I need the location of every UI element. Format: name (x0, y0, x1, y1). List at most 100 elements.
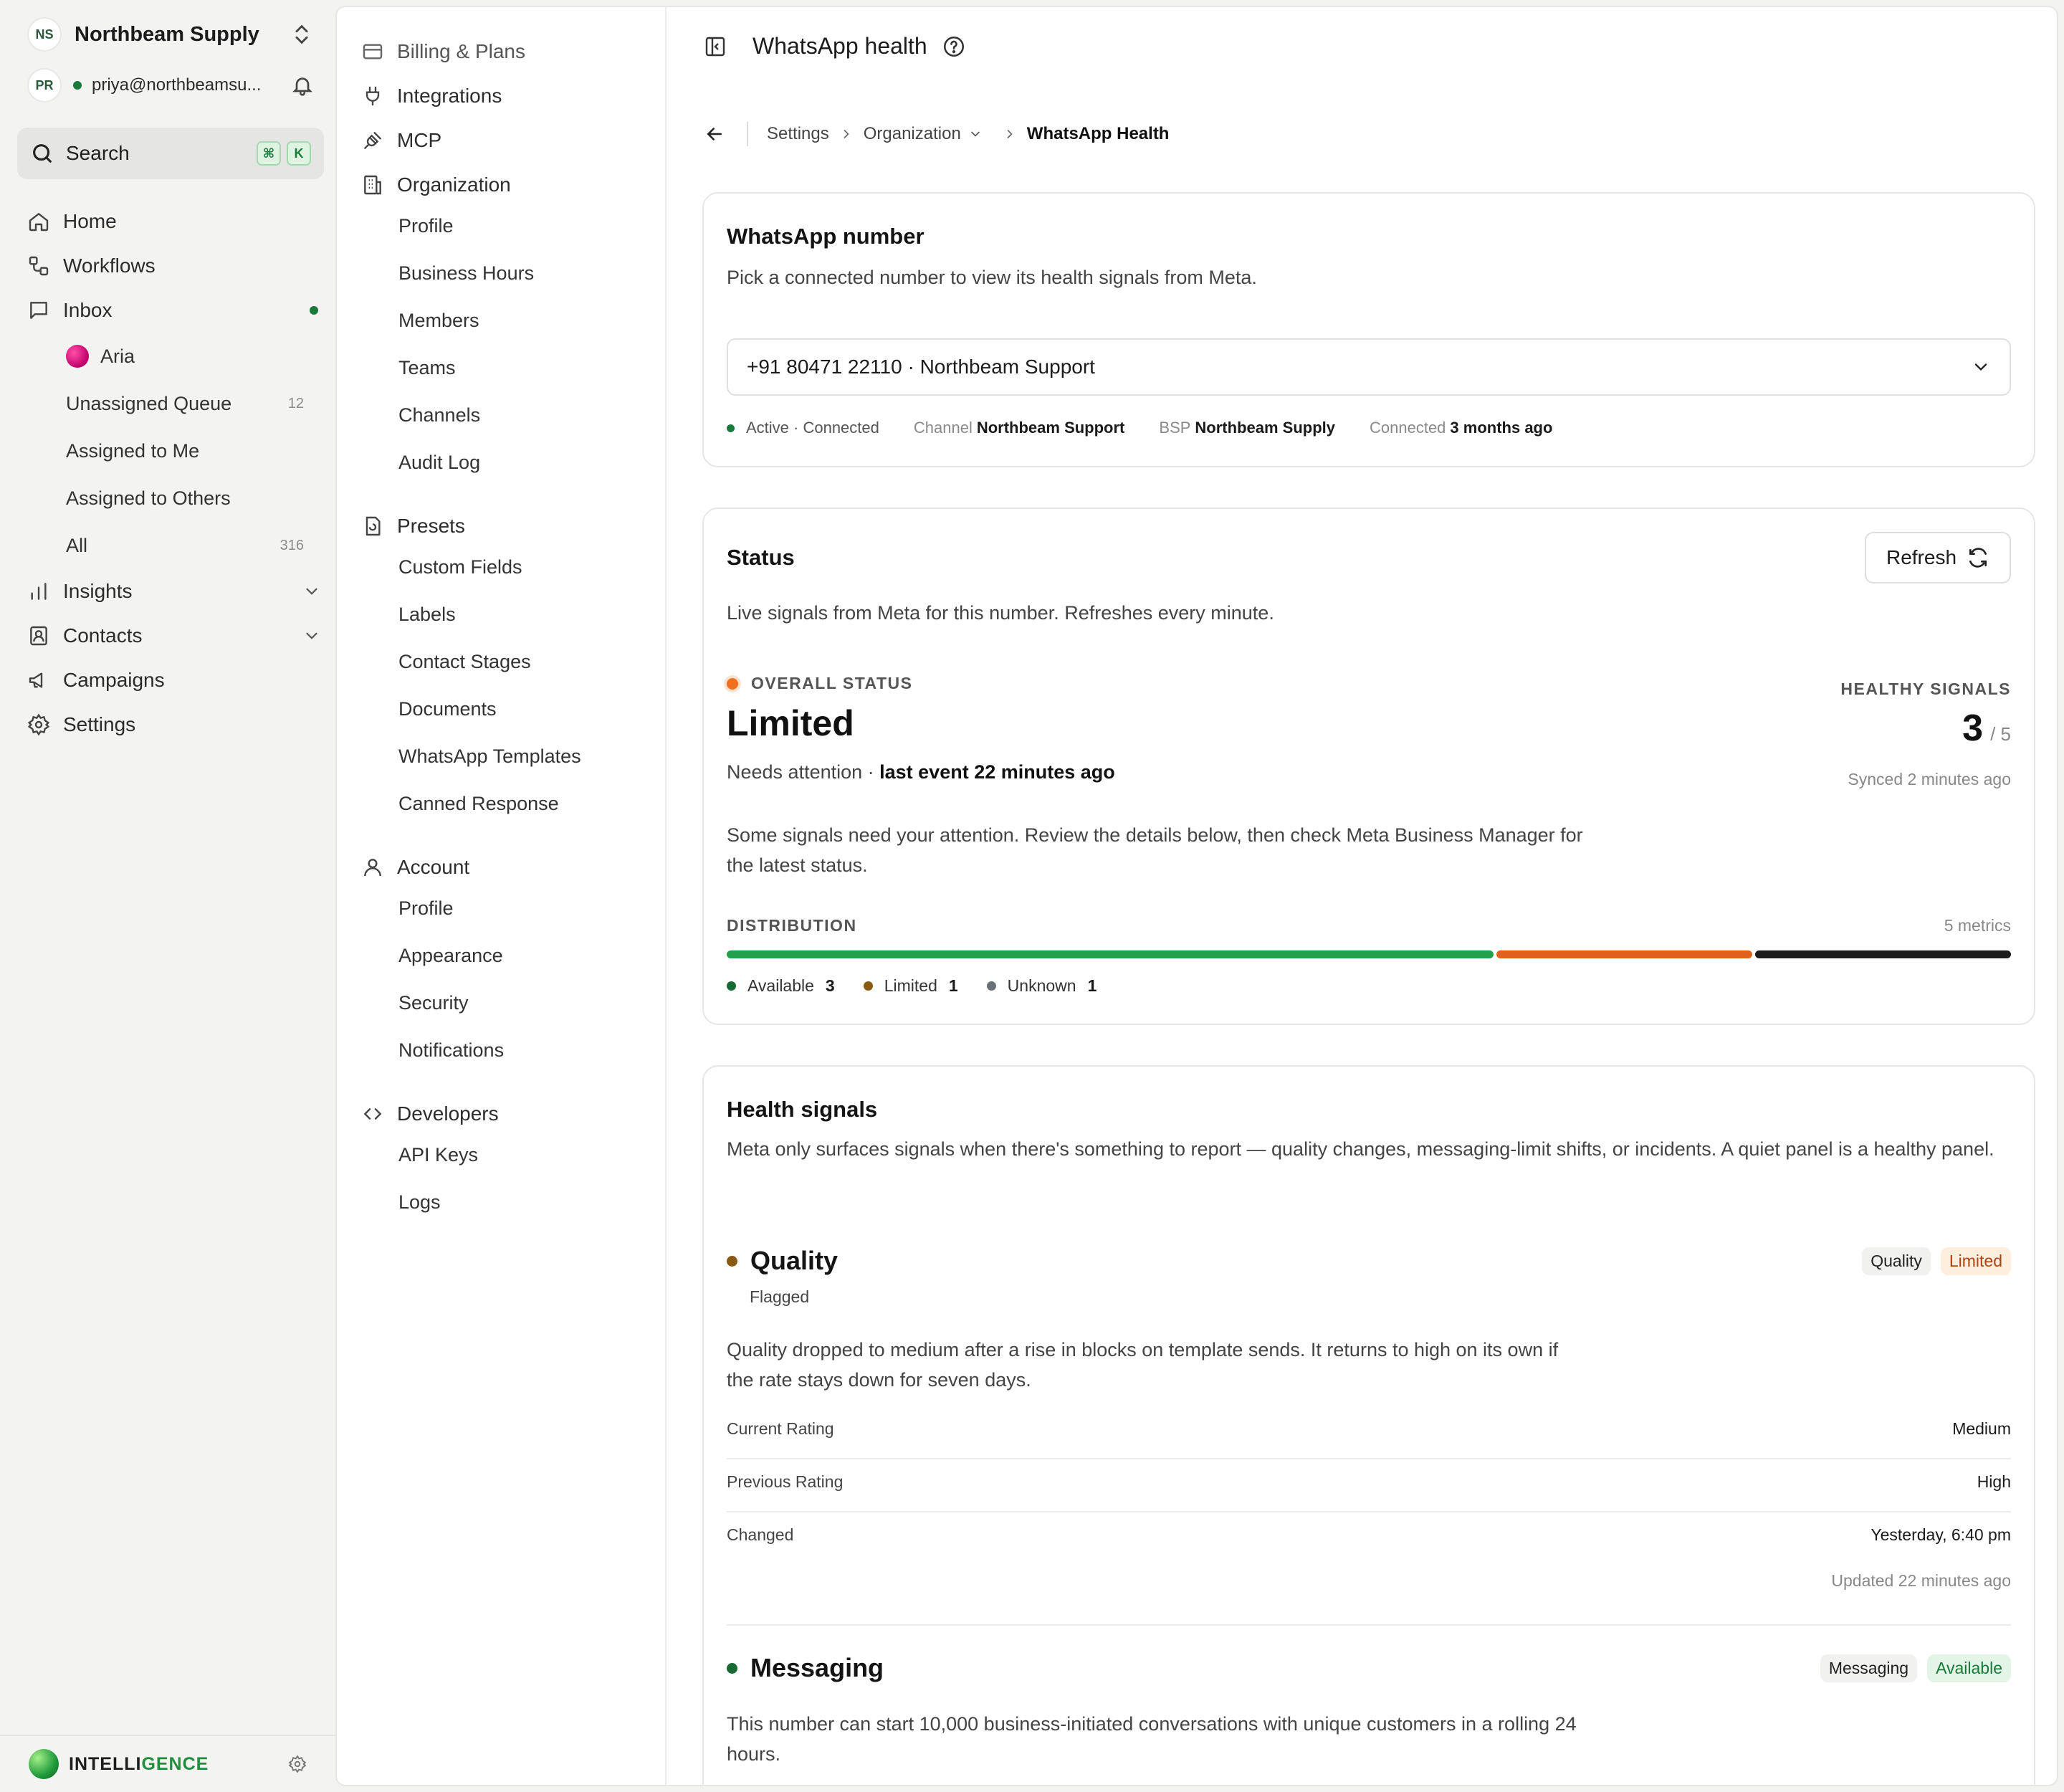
account-item-profile[interactable]: Profile (398, 897, 454, 920)
chat-icon (30, 302, 47, 319)
inbox-item-assigned-me[interactable]: Assigned to Me (27, 427, 321, 475)
account-item-appearance[interactable]: Appearance (398, 945, 503, 967)
inbox-unread-dot (310, 306, 318, 315)
nav-settings[interactable]: Settings (27, 702, 321, 747)
quality-body: Quality dropped to medium after a rise i… (727, 1339, 1559, 1391)
healthy-signals-value: 3 (1962, 707, 1984, 749)
legend-value: 1 (948, 976, 958, 995)
search-icon (33, 144, 52, 163)
sidebar-toggle-icon[interactable] (704, 35, 727, 58)
nav-insights[interactable]: Insights (27, 569, 321, 614)
distribution-segment-available (727, 950, 1494, 958)
healthy-signals-total: / 5 (1990, 723, 2011, 745)
org-item-business-hours[interactable]: Business Hours (398, 262, 534, 285)
gear-icon[interactable] (288, 1755, 307, 1773)
whatsapp-number-card: WhatsApp number Pick a connected number … (702, 192, 2035, 467)
chevron-right-icon (844, 130, 849, 138)
help-icon[interactable] (942, 34, 966, 59)
nav-settings-label: Settings (63, 713, 136, 735)
org-switcher[interactable]: NS Northbeam Supply (27, 17, 314, 52)
bell-icon[interactable] (291, 74, 314, 97)
inbox-item-assigned-others[interactable]: Assigned to Others (27, 475, 321, 522)
overall-status-row: OVERALL STATUS (727, 674, 912, 693)
nav-contacts[interactable]: Contacts (27, 614, 321, 658)
nav-inbox[interactable]: Inbox (27, 288, 321, 333)
status-card-description: Live signals from Meta for this number. … (727, 602, 1274, 624)
preset-item-canned-response[interactable]: Canned Response (398, 793, 559, 815)
k-key: K (287, 141, 311, 166)
quality-updated: Updated 22 minutes ago (1831, 1571, 2011, 1590)
inbox-item-aria[interactable]: Aria (27, 333, 321, 380)
user-email: priya@northbeamsu... (92, 75, 262, 95)
bsp-label: BSP (1159, 419, 1191, 437)
unassigned-count: 12 (287, 395, 304, 411)
settings-item-organization-label: Organization (397, 173, 511, 196)
quality-row-current: Current Rating Medium (727, 1419, 2011, 1439)
gear-icon (27, 713, 50, 736)
nav-home-label: Home (63, 210, 117, 232)
brand-name-part2: GENCE (141, 1753, 209, 1774)
brand-logo (29, 1749, 59, 1779)
inbox-item-all-label: All (66, 534, 88, 556)
preset-item-custom-fields[interactable]: Custom Fields (398, 556, 522, 578)
quality-tag-category: Quality (1862, 1247, 1931, 1275)
developer-item-logs[interactable]: Logs (398, 1191, 441, 1214)
org-item-teams[interactable]: Teams (398, 357, 456, 379)
settings-item-developers[interactable]: Developers (361, 1102, 499, 1125)
number-state: Active · Connected (746, 419, 879, 437)
plug-connector-icon (364, 132, 381, 149)
org-item-members[interactable]: Members (398, 310, 479, 332)
back-arrow-icon[interactable] (704, 123, 725, 145)
nav-workflows-label: Workflows (63, 254, 156, 277)
building-icon (364, 175, 381, 195)
org-item-audit-log[interactable]: Audit Log (398, 452, 480, 474)
settings-item-mcp[interactable]: MCP (361, 129, 441, 152)
settings-item-integrations[interactable]: Integrations (361, 85, 502, 108)
settings-item-organization[interactable]: Organization (361, 173, 511, 196)
nav-home[interactable]: Home (27, 199, 321, 244)
inbox-item-unassigned[interactable]: Unassigned Queue 12 (27, 380, 321, 427)
legend-dot (727, 981, 736, 991)
settings-item-billing[interactable]: Billing & Plans (361, 40, 525, 63)
brand-name-part1: INTELLI (69, 1753, 142, 1774)
legend-label: Available (747, 976, 814, 995)
inbox-item-all[interactable]: All 316 (27, 522, 321, 569)
breadcrumb-organization[interactable]: Organization (864, 124, 961, 144)
chevron-down-icon[interactable] (968, 127, 983, 141)
breadcrumb-settings[interactable]: Settings (767, 124, 829, 144)
plug-icon (366, 86, 380, 106)
chevron-down-icon (1974, 363, 1987, 371)
preset-item-contact-stages[interactable]: Contact Stages (398, 651, 531, 673)
nav-campaigns[interactable]: Campaigns (27, 658, 321, 702)
nav-contacts-label: Contacts (63, 624, 143, 647)
distribution-label: DISTRIBUTION (727, 916, 857, 935)
inbox-item-assigned-others-label: Assigned to Others (66, 487, 231, 509)
nav-workflows[interactable]: Workflows (27, 244, 321, 288)
search-button[interactable]: Search ⌘ K (17, 128, 324, 179)
preset-item-whatsapp-templates[interactable]: WhatsApp Templates (398, 745, 581, 768)
quality-row-key: Changed (727, 1525, 794, 1544)
connected-value: 3 months ago (1450, 419, 1553, 437)
legend-value: 3 (825, 976, 835, 995)
number-select[interactable]: +91 80471 22110 · Northbeam Support (727, 338, 2011, 396)
bsp-value: Northbeam Supply (1195, 419, 1335, 437)
quality-row-changed: Changed Yesterday, 6:40 pm (727, 1525, 2011, 1545)
org-item-channels[interactable]: Channels (398, 404, 480, 426)
refresh-button[interactable]: Refresh (1865, 532, 2011, 583)
bar-chart-icon (31, 583, 47, 600)
developer-item-api-keys[interactable]: API Keys (398, 1144, 478, 1166)
settings-item-presets[interactable]: Presets (361, 515, 465, 538)
account-item-notifications[interactable]: Notifications (398, 1039, 504, 1062)
aria-avatar (66, 345, 89, 368)
settings-item-account[interactable]: Account (361, 856, 469, 879)
search-label: Search (66, 142, 130, 164)
home-icon (29, 213, 49, 232)
user-row[interactable]: PR priya@northbeamsu... (27, 68, 314, 103)
settings-item-mcp-label: MCP (397, 129, 442, 151)
preset-item-documents[interactable]: Documents (398, 698, 497, 720)
quality-row-value: Medium (1952, 1419, 2011, 1438)
org-item-profile[interactable]: Profile (398, 215, 454, 237)
legend-value: 1 (1087, 976, 1097, 995)
preset-item-labels[interactable]: Labels (398, 604, 456, 626)
account-item-security[interactable]: Security (398, 992, 469, 1014)
